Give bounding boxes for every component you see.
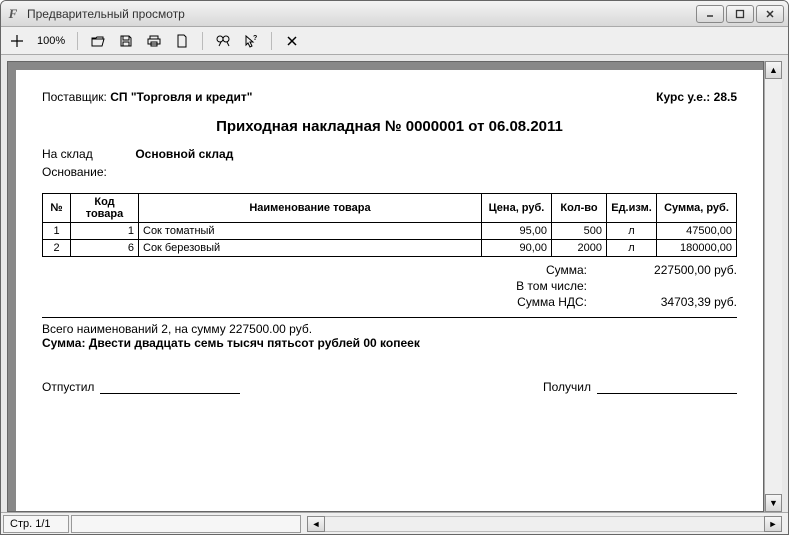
cell-price: 90,00 [482,240,552,257]
amount-words-label: Сумма: [42,336,85,350]
total-vat-value: 34703,39 руб. [607,295,737,309]
signatures-row: Отпустил Получил [42,380,737,394]
zoom-level[interactable]: 100% [35,35,67,47]
toolbar: 100% ? [1,27,788,55]
status-page: Стр. 1/1 [3,515,69,533]
app-icon: F [5,6,21,22]
items-table: № Код товара Наименование товара Цена, р… [42,193,737,257]
cell-code: 1 [71,223,139,240]
sig-out-label: Отпустил [42,380,94,394]
total-sum-label: Сумма: [467,263,587,277]
scroll-right-icon[interactable]: ► [764,516,782,532]
titlebar: F Предварительный просмотр [1,1,788,27]
svg-text:?: ? [253,35,257,42]
table-row: 1 1 Сок томатный 95,00 500 л 47500,00 [43,223,737,240]
col-name: Наименование товара [139,194,482,223]
cell-n: 1 [43,223,71,240]
separator-line [42,317,737,318]
cell-qty: 500 [552,223,607,240]
cell-unit: л [607,240,657,257]
minimize-button[interactable] [696,5,724,23]
supplier-value: СП "Торговля и кредит" [110,90,252,104]
sig-out: Отпустил [42,380,240,394]
fit-width-icon[interactable] [7,31,27,51]
scroll-track[interactable] [765,79,782,494]
cell-name: Сок березовый [139,240,482,257]
open-icon[interactable] [88,31,108,51]
hscroll-track[interactable] [325,516,764,532]
cell-code: 6 [71,240,139,257]
sig-in: Получил [543,380,737,394]
total-incl-label: В том числе: [467,279,587,293]
table-row: 2 6 Сок березовый 90,00 2000 л 180000,00 [43,240,737,257]
window-buttons [696,5,784,23]
basis-label: Основание: [42,165,122,179]
toolbar-separator [202,32,203,50]
col-sum: Сумма, руб. [657,194,737,223]
content-area: Поставщик: СП "Торговля и кредит" Курс у… [1,55,788,512]
total-sum-value: 227500,00 руб. [607,263,737,277]
col-code: Код товара [71,194,139,223]
window-title: Предварительный просмотр [27,7,696,21]
cell-name: Сок томатный [139,223,482,240]
toolbar-separator [77,32,78,50]
print-icon[interactable] [144,31,164,51]
statusbar: Стр. 1/1 ◄ ► [1,512,788,534]
table-header-row: № Код товара Наименование товара Цена, р… [43,194,737,223]
total-incl-value [607,279,737,293]
total-vat-label: Сумма НДС: [467,295,587,309]
cell-sum: 180000,00 [657,240,737,257]
doc-title: Приходная накладная № 0000001 от 06.08.2… [42,118,737,135]
doc-header-row: Поставщик: СП "Торговля и кредит" Курс у… [42,90,737,104]
document-page: Поставщик: СП "Торговля и кредит" Курс у… [16,70,763,511]
scroll-down-icon[interactable]: ▼ [765,494,782,512]
vertical-scrollbar[interactable]: ▲ ▼ [764,61,782,512]
totals-block: Сумма: 227500,00 руб. В том числе: Сумма… [42,263,737,309]
cell-n: 2 [43,240,71,257]
col-n: № [43,194,71,223]
cell-qty: 2000 [552,240,607,257]
new-page-icon[interactable] [172,31,192,51]
col-unit: Ед.изм. [607,194,657,223]
cell-price: 95,00 [482,223,552,240]
preview-window: F Предварительный просмотр 100% ? Постав… [0,0,789,535]
close-preview-icon[interactable] [282,31,302,51]
sig-out-line [100,380,240,394]
summary-line: Всего наименований 2, на сумму 227500.00… [42,322,737,336]
status-empty [71,515,301,533]
toolbar-separator [271,32,272,50]
rate-block: Курс у.е.: 28.5 [656,90,737,104]
col-qty: Кол-во [552,194,607,223]
cell-unit: л [607,223,657,240]
rate-value: 28.5 [714,90,737,104]
basis-row: Основание: [42,165,737,179]
help-pointer-icon[interactable]: ? [241,31,261,51]
page-shadow: Поставщик: СП "Торговля и кредит" Курс у… [7,61,764,512]
save-icon[interactable] [116,31,136,51]
maximize-button[interactable] [726,5,754,23]
supplier-label: Поставщик: [42,90,107,104]
warehouse-label: На склад [42,147,122,161]
scroll-up-icon[interactable]: ▲ [765,61,782,79]
amount-words: Двести двадцать семь тысяч пятьсот рубле… [89,336,420,350]
warehouse-row: На склад Основной склад [42,147,737,161]
sig-in-label: Получил [543,380,591,394]
close-button[interactable] [756,5,784,23]
summary-block: Всего наименований 2, на сумму 227500.00… [42,322,737,350]
sig-in-line [597,380,737,394]
find-icon[interactable] [213,31,233,51]
rate-label: Курс у.е.: [656,90,710,104]
scroll-left-icon[interactable]: ◄ [307,516,325,532]
warehouse-value: Основной склад [135,147,233,161]
cell-sum: 47500,00 [657,223,737,240]
supplier-block: Поставщик: СП "Торговля и кредит" [42,90,252,104]
horizontal-scrollbar[interactable]: ◄ ► [307,516,782,532]
col-price: Цена, руб. [482,194,552,223]
